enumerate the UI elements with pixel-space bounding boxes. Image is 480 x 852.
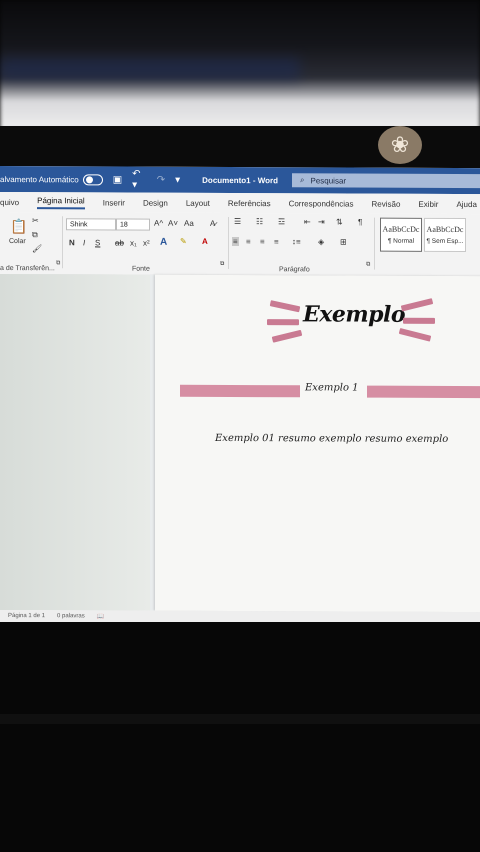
undo-icon[interactable]: ↶ ▾ xyxy=(132,169,147,191)
shrink-font-button[interactable]: A˅ xyxy=(168,219,178,228)
multilevel-list-icon[interactable]: ☲ xyxy=(278,217,285,226)
font-group-label: Fonte xyxy=(132,265,150,273)
title-stripe-right-2 xyxy=(403,317,435,324)
clipboard-launcher-icon[interactable]: ⧉ xyxy=(56,260,60,267)
laptop-body xyxy=(0,622,480,852)
show-marks-button[interactable]: ¶ xyxy=(358,218,362,227)
tab-mailings[interactable]: Correspondências xyxy=(289,199,354,208)
cut-icon[interactable]: ✂ xyxy=(32,216,39,225)
clear-format-icon[interactable]: A̷ xyxy=(210,219,215,228)
paragraph-launcher-icon[interactable]: ⧉ xyxy=(366,262,370,269)
webcam-icon: ❀ xyxy=(378,126,422,164)
style-no-spacing-preview: AaBbCcDc xyxy=(426,224,464,235)
highlight-icon[interactable]: ✎ xyxy=(180,237,187,246)
page-count: Página 1 de 1 xyxy=(8,613,46,620)
tab-review[interactable]: Revisão xyxy=(372,199,401,208)
tab-insert[interactable]: Inserir xyxy=(103,198,125,207)
style-no-spacing-label: ¶ Sem Esp... xyxy=(426,237,464,246)
font-size-field[interactable]: 18 xyxy=(116,218,150,231)
title-stripe-left-2 xyxy=(267,319,299,326)
body-paragraph: Exemplo 01 resumo exemplo resumo exemplo xyxy=(215,432,449,445)
format-painter-icon[interactable]: 🖌 xyxy=(32,244,42,253)
title-stripe-right-3 xyxy=(398,327,432,342)
grow-font-button[interactable]: A^ xyxy=(154,219,163,228)
clipboard-group-label: a de Transferên... xyxy=(0,265,55,273)
save-icon[interactable]: ▣ xyxy=(113,174,122,185)
font-launcher-icon[interactable]: ⧉ xyxy=(220,261,224,268)
underline-button[interactable]: S xyxy=(95,238,100,247)
customize-qat-icon[interactable]: ▾ xyxy=(175,174,180,185)
word-count: 0 palavras xyxy=(57,613,85,620)
style-heading[interactable]: A xyxy=(468,218,480,252)
paste-icon[interactable]: 📋 xyxy=(10,218,27,235)
font-color-icon[interactable]: A xyxy=(202,237,208,246)
change-case-button[interactable]: Aa xyxy=(184,219,194,228)
paragraph-group-label: Parágrafo xyxy=(279,266,310,274)
tab-design[interactable]: Design xyxy=(143,198,168,207)
tab-file[interactable]: quivo xyxy=(0,198,19,207)
sort-icon[interactable]: ⇅ xyxy=(336,217,343,226)
search-box[interactable]: ⌕ Pesquisar xyxy=(292,173,480,189)
autosave-label: alvamento Automático xyxy=(0,174,79,184)
italic-button[interactable]: I xyxy=(83,238,85,247)
text-effects-icon[interactable]: A xyxy=(160,237,167,248)
title-stripe-left-3 xyxy=(271,329,303,343)
increase-indent-icon[interactable]: ⇥ xyxy=(318,217,325,226)
superscript-button[interactable]: x² xyxy=(143,239,150,248)
tab-references[interactable]: Referências xyxy=(228,198,271,207)
title-bar: alvamento Automático ▣ ↶ ▾ ↷ ▾ Documento… xyxy=(0,166,480,195)
navigation-pane xyxy=(0,274,150,611)
shading-icon[interactable]: ◈ xyxy=(318,237,324,246)
numbering-icon[interactable]: ☷ xyxy=(256,217,263,226)
tab-view[interactable]: Exibir xyxy=(418,199,438,208)
title-stripe-right-1 xyxy=(400,298,434,312)
proofing-icon[interactable]: 📖 xyxy=(97,613,104,620)
font-name-field[interactable]: Shink xyxy=(66,218,116,231)
style-normal[interactable]: AaBbCcDc ¶ Normal xyxy=(380,217,422,252)
autosave-toggle[interactable] xyxy=(82,173,103,185)
bold-button[interactable]: N xyxy=(69,238,75,247)
subheading: Exemplo 1 xyxy=(305,382,359,394)
ribbon: 📋 Colar ✂ ⧉ 🖌 a de Transferên... ⧉ Shink… xyxy=(0,212,480,278)
justify-icon[interactable]: ≡ xyxy=(274,237,279,246)
title-stripe-left-1 xyxy=(269,300,301,313)
align-right-icon[interactable]: ≡ xyxy=(260,237,265,246)
subheading-bar-left xyxy=(180,384,300,398)
document-area: Exemplo Exemplo 1 Exemplo 01 resumo exem… xyxy=(0,274,480,613)
subscript-button[interactable]: x₁ xyxy=(130,239,137,248)
align-left-icon[interactable]: ≡ xyxy=(232,237,239,247)
redo-icon[interactable]: ↷ xyxy=(157,174,165,185)
copy-icon[interactable]: ⧉ xyxy=(32,230,38,240)
document-page[interactable]: Exemplo Exemplo 1 Exemplo 01 resumo exem… xyxy=(155,274,480,613)
tab-home[interactable]: Página Inicial xyxy=(37,195,85,209)
tab-help[interactable]: Ajuda xyxy=(456,199,476,208)
word-window: alvamento Automático ▣ ↶ ▾ ↷ ▾ Documento… xyxy=(0,166,480,625)
style-heading-preview: A xyxy=(468,224,480,235)
align-center-icon[interactable]: ≡ xyxy=(246,237,251,246)
search-placeholder: Pesquisar xyxy=(310,175,347,186)
tab-layout[interactable]: Layout xyxy=(186,198,210,207)
style-normal-label: ¶ Normal xyxy=(387,237,415,245)
document-title-heading: Exemplo xyxy=(303,301,406,328)
style-normal-preview: AaBbCcDc xyxy=(382,224,420,234)
borders-icon[interactable]: ⊞ xyxy=(340,237,347,246)
line-spacing-icon[interactable]: ↕≡ xyxy=(292,237,301,246)
style-no-spacing[interactable]: AaBbCcDc ¶ Sem Esp... xyxy=(424,217,466,253)
document-title: Documento1 - Word xyxy=(202,175,279,185)
paste-button[interactable]: Colar xyxy=(9,238,26,245)
subheading-bar-right xyxy=(367,385,480,399)
search-icon: ⌕ xyxy=(300,175,305,185)
menu-bar: quivo Página Inicial Inserir Design Layo… xyxy=(0,192,480,215)
decrease-indent-icon[interactable]: ⇤ xyxy=(304,217,311,226)
blurred-background-top xyxy=(0,0,480,130)
bullets-icon[interactable]: ☰ xyxy=(234,217,241,226)
strikethrough-button[interactable]: ab xyxy=(115,239,124,248)
